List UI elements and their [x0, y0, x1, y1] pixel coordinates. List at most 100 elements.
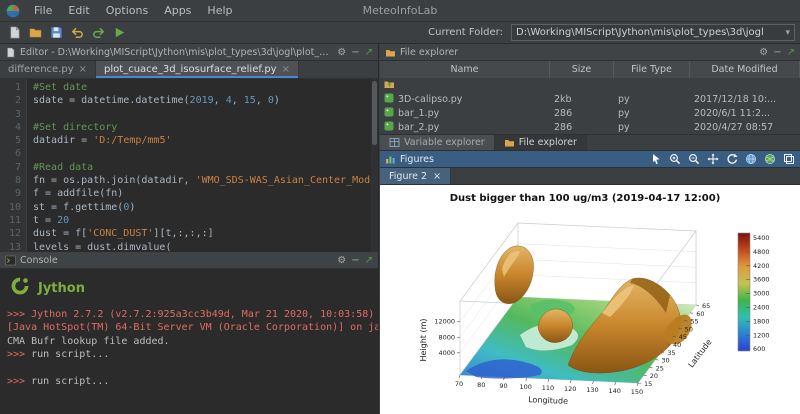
x-axis-label: Longitude: [528, 395, 568, 406]
console-line: >>> run script...: [7, 348, 371, 362]
code-segment: #Read data: [33, 162, 93, 173]
zoom-in-icon[interactable]: [668, 153, 681, 166]
console-segment: run script...: [31, 376, 109, 387]
minimize-icon[interactable]: −: [351, 255, 359, 266]
float-icon[interactable]: ↗: [365, 47, 373, 58]
run-icon[interactable]: [110, 24, 128, 42]
menu-edit[interactable]: Edit: [60, 2, 97, 19]
editor-scrollbar[interactable]: [371, 79, 378, 252]
code-line[interactable]: st = f.gettime(0): [33, 201, 378, 214]
combo-dropdown-icon[interactable]: ▾: [781, 28, 790, 38]
line-number: 8: [0, 174, 21, 187]
minimize-icon[interactable]: −: [773, 47, 781, 58]
code-line[interactable]: t = 20: [33, 214, 378, 227]
colorbar-tick-label: 600: [753, 345, 765, 353]
tab-variable-explorer[interactable]: Variable explorer: [380, 135, 495, 150]
code-line[interactable]: sdate = datetime.datetime(2019, 4, 15, 0…: [33, 94, 378, 107]
tab-difference-py[interactable]: difference.py ×: [0, 61, 96, 78]
globe-icon[interactable]: [744, 153, 757, 166]
code-line[interactable]: dust = f['CONC_DUST'][t,:,:,:]: [33, 227, 378, 240]
open-folder-icon[interactable]: [26, 24, 44, 42]
cursor-icon[interactable]: [649, 153, 662, 166]
menu-apps[interactable]: Apps: [156, 2, 199, 19]
x-tick-label: 90: [499, 382, 507, 390]
file-name: bar_2.py: [398, 122, 439, 133]
console-segment: [Java HotSpot(TM) 64-Bit Server VM (Orac…: [7, 322, 378, 333]
console-output[interactable]: Jython >>> Jython 2.7.2 (v2.7.2:925a3cc3…: [0, 269, 378, 414]
redo-icon[interactable]: [89, 24, 107, 42]
undo-icon[interactable]: [68, 24, 86, 42]
code-content[interactable]: #Set datesdate = datetime.datetime(2019,…: [27, 79, 378, 252]
menu-file[interactable]: File: [26, 2, 60, 19]
console-segment: >>>: [7, 376, 31, 387]
code-segment: st = f.gettime(: [33, 202, 123, 213]
code-line[interactable]: #Set directory: [33, 121, 378, 134]
menu-help[interactable]: Help: [199, 2, 240, 19]
file-size-cell: [550, 78, 614, 92]
tab-label: Figure 2: [389, 171, 427, 182]
code-line[interactable]: [33, 147, 378, 160]
rotate-icon[interactable]: [725, 153, 738, 166]
table-row[interactable]: 3D-calipso.py2kbpy2017/12/18 10:...: [380, 92, 800, 106]
tab-plot-cuace-3d-isosurface-relief-py[interactable]: plot_cuace_3d_isosurface_relief.py ×: [96, 61, 299, 78]
tick-mark: [459, 375, 460, 378]
zoom-out-icon[interactable]: [687, 153, 700, 166]
main-toolbar: Current Folder: D:\Working\MIScript\Jyth…: [0, 22, 800, 44]
code-segment: ,: [232, 95, 244, 106]
save-icon[interactable]: [47, 24, 65, 42]
code-line[interactable]: [33, 108, 378, 121]
py-file-icon: [384, 93, 394, 106]
settings-icon[interactable]: ⚙: [759, 47, 768, 58]
menu-options[interactable]: Options: [98, 2, 156, 19]
new-file-icon[interactable]: [5, 24, 23, 42]
table-row[interactable]: [380, 78, 800, 92]
current-folder-combobox[interactable]: D:\Working\MIScript\Jython\mis\plot_type…: [511, 24, 795, 41]
z-tick-label: 8000: [438, 333, 455, 341]
scrollbar-thumb[interactable]: [372, 81, 377, 145]
file-date-cell: 2020/6/1 11:2...: [690, 106, 800, 120]
code-line[interactable]: datadir = 'D:/Temp/mm5': [33, 134, 378, 147]
table-row[interactable]: bar_2.py286py2020/4/27 08:57: [380, 120, 800, 134]
column-header-file-type[interactable]: File Type: [614, 61, 690, 78]
editor-panel-header: Editor - D:\Working\MIScript\Jython\mis\…: [0, 44, 378, 61]
code-segment: 'WMO_SDS-WAS_Asian_Center_Model_Forecast: [196, 175, 378, 186]
explorer-tab-bar: Variable explorer File explorer: [380, 134, 800, 151]
code-line[interactable]: f = addfile(fn): [33, 187, 378, 200]
close-tab-icon[interactable]: ×: [433, 171, 441, 182]
console-panel: Console ⚙ − ↗ Jython >>> Jython 2.7.2 (v…: [0, 252, 378, 414]
file-explorer-title: File explorer: [400, 47, 755, 58]
column-header-name[interactable]: Name: [380, 61, 550, 78]
table-row[interactable]: bar_1.py286py2020/6/1 11:2...: [380, 106, 800, 120]
code-segment: ,: [256, 95, 268, 106]
settings-icon[interactable]: ⚙: [337, 255, 346, 266]
code-line[interactable]: #Set date: [33, 81, 378, 94]
tick-mark: [650, 367, 653, 368]
column-header-date-modified[interactable]: Date Modified: [690, 61, 800, 78]
line-number: 2: [0, 94, 21, 107]
code-line[interactable]: levels = dust.dimvalue(: [33, 241, 378, 252]
close-tab-icon[interactable]: ×: [79, 64, 87, 75]
file-type-cell: [614, 78, 690, 92]
x-tick-label: 120: [564, 385, 576, 393]
settings-icon[interactable]: ⚙: [337, 47, 346, 58]
tab-file-explorer[interactable]: File explorer: [495, 135, 587, 150]
float-icon[interactable]: ↗: [365, 255, 373, 266]
tab-figure-2[interactable]: Figure 2 ×: [380, 168, 451, 184]
x-tick-label: 80: [477, 381, 485, 389]
code-line[interactable]: fn = os.path.join(datadir, 'WMO_SDS-WAS_…: [33, 174, 378, 187]
tick-mark: [644, 375, 647, 376]
column-header-size[interactable]: Size: [550, 61, 614, 78]
globe-green-icon[interactable]: [763, 153, 776, 166]
float-icon[interactable]: ↗: [787, 47, 795, 58]
minimize-icon[interactable]: −: [351, 47, 359, 58]
pan-icon[interactable]: [706, 153, 719, 166]
code-line[interactable]: #Read data: [33, 161, 378, 174]
figure-canvas[interactable]: Dust bigger than 100 ug/m3 (2019-04-17 1…: [380, 185, 800, 414]
close-tab-icon[interactable]: ×: [282, 64, 290, 75]
figures-panel-title: Figures: [400, 154, 645, 165]
figures-toolbar: [649, 153, 795, 166]
console-lines: >>> Jython 2.7.2 (v2.7.2:925a3cc3b49d, M…: [7, 308, 371, 389]
file-date-cell: 2017/12/18 10:...: [690, 92, 800, 106]
layers-icon[interactable]: [782, 153, 795, 166]
code-editor[interactable]: 12345678910111213 #Set datesdate = datet…: [0, 79, 378, 252]
